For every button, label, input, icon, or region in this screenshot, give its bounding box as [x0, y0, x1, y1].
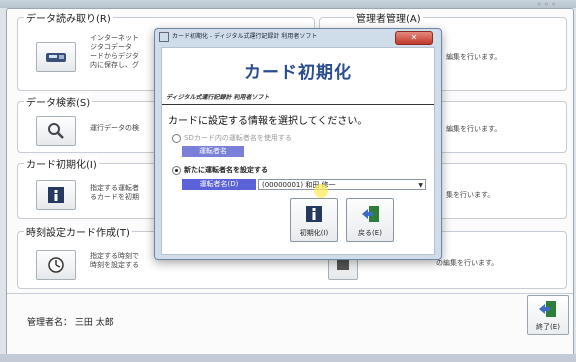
driver-name-select[interactable]: (00000001) 和田 修一 ▼ — [258, 179, 426, 190]
section-description: 運行データの検 — [90, 124, 139, 132]
exit-door-icon — [539, 301, 556, 317]
divider — [7, 293, 573, 294]
section-title: データ読み取り(R) — [24, 10, 113, 25]
admin-name: 三田 太郎 — [74, 318, 114, 328]
desc-line: るカードを初期 — [90, 193, 139, 201]
option-sd-radio[interactable] — [172, 134, 181, 143]
exit-button[interactable]: 終了(E) — [527, 295, 569, 335]
initialize-label: 初期化(I) — [299, 229, 329, 237]
back-label: 戻る(E) — [358, 229, 382, 237]
bottom-strip — [0, 354, 576, 362]
dialog-title: カード初期化 - ディジタル式運行記録計 利用者ソフト — [172, 33, 318, 40]
section-description: 集を行います。 — [446, 191, 495, 199]
section-description: 編集を行います。 — [446, 125, 502, 133]
section-description: 編集を行います。 — [446, 53, 502, 61]
section-description: インターネット ジタコデータ ードからデジタ 内に保存し、グ — [90, 34, 139, 70]
banner-title: カード初期化 — [244, 63, 352, 83]
info-icon — [306, 206, 322, 222]
option-new-label: 新たに運転者名を設定する — [184, 166, 268, 174]
desc-line: ジタコデータ — [90, 43, 132, 51]
sd-driver-name-label: 運転者名 — [182, 146, 244, 157]
data-search-button[interactable] — [36, 116, 76, 146]
chevron-down-icon: ▼ — [418, 182, 423, 189]
close-icon: ✕ — [410, 33, 418, 42]
desc-line: インターネット — [90, 34, 139, 42]
card-init-dialog: カード初期化 - ディジタル式運行記録計 利用者ソフト ✕ カード初期化 ディジ… — [154, 28, 442, 260]
section-description: 指定する時刻で 時刻を設定する — [90, 252, 139, 270]
search-icon — [48, 123, 64, 139]
option-sd-label: SDカード内の運転者名を使用する — [184, 134, 292, 142]
initialize-button[interactable]: 初期化(I) — [290, 198, 338, 242]
admin-name-display: 管理者名： 三田 太郎 — [27, 315, 114, 328]
admin-label: 管理者名： — [27, 318, 73, 328]
cursor-highlight — [314, 184, 328, 198]
edit-icon — [337, 260, 349, 270]
driver-name-label: 運転者名(D) — [182, 179, 256, 190]
back-button[interactable]: 戻る(E) — [346, 198, 394, 242]
section-description: 指定する運転者 るカードを初期 — [90, 184, 139, 202]
section-title: 時刻設定カード作成(T) — [24, 224, 132, 239]
instruction-text: カードに設定する情報を選択してください。 — [168, 116, 368, 127]
card-reader-icon — [46, 53, 66, 62]
banner-subtitle: ディジタル式運行記録計 利用者ソフト — [166, 94, 270, 101]
top-taskbar-strip: ◦ ◦ ◦ — [0, 0, 576, 9]
section-title: データ検索(S) — [24, 94, 93, 109]
card-init-button[interactable] — [36, 180, 76, 210]
desc-line: ードからデジタ — [90, 52, 139, 60]
desc-line: 内に保存し、グ — [90, 61, 139, 69]
time-card-button[interactable] — [36, 250, 76, 280]
section-title: 管理者管理(A) — [354, 10, 423, 25]
info-icon — [48, 187, 64, 203]
desc-line: 時刻を設定する — [90, 261, 139, 269]
clock-icon — [48, 257, 64, 273]
banner-divider — [162, 104, 434, 105]
dialog-body: カード初期化 ディジタル式運行記録計 利用者ソフト カードに設定する情報を選択し… — [161, 47, 435, 255]
exit-door-icon — [362, 206, 379, 222]
desc-line: 指定する時刻で — [90, 252, 139, 260]
app-icon — [159, 31, 169, 42]
section-description: の編集を行います。 — [436, 259, 499, 267]
close-button[interactable]: ✕ — [395, 31, 433, 45]
exit-label: 終了(E) — [536, 323, 560, 331]
option-new-radio[interactable] — [172, 166, 181, 175]
data-read-button[interactable] — [36, 42, 76, 72]
desc-line: 指定する運転者 — [90, 184, 139, 192]
section-title: カード初期化(I) — [24, 156, 99, 171]
